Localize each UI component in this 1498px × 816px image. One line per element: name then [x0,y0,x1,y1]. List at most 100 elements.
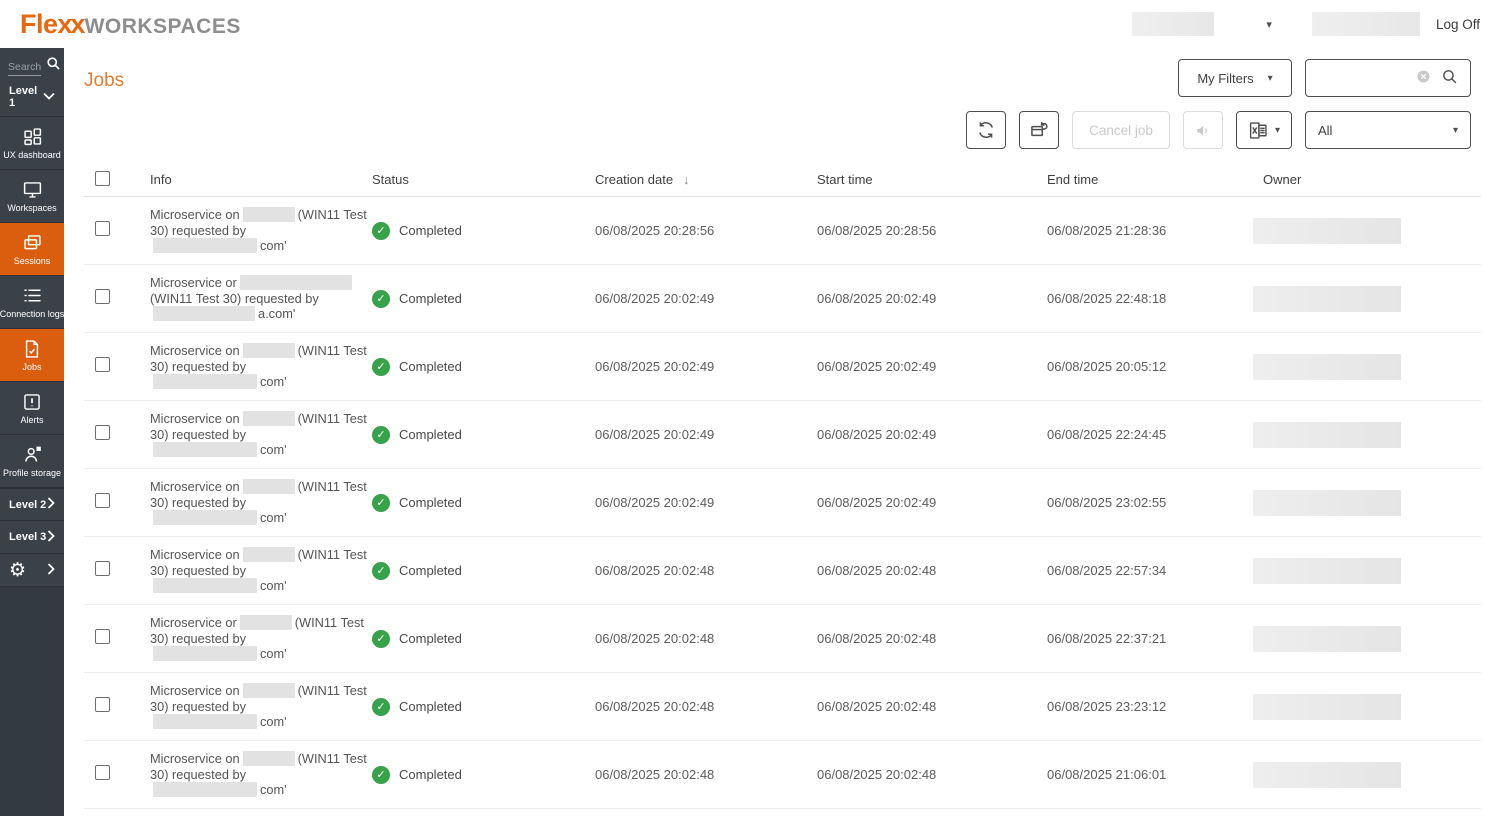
row-checkbox[interactable] [95,560,110,576]
status-label: Completed [399,563,462,578]
info-text: Microservice on [150,411,240,427]
my-filters-dropdown[interactable]: My Filters ▾ [1178,59,1292,97]
column-header-status[interactable]: Status [372,172,595,187]
status-check-icon: ✓ [372,221,390,240]
export-excel-button[interactable]: ▾ [1236,111,1292,149]
sidebar-item-workspaces[interactable]: Workspaces [0,170,64,223]
table-row[interactable]: Microservice on (WIN11 Test 30) requested … [84,333,1481,401]
gear-icon: ⚙ [9,559,27,581]
status-label: Completed [399,427,462,442]
monitor-icon [22,180,43,200]
redacted-owner [1253,353,1401,380]
row-checkbox[interactable] [95,424,110,440]
row-checkbox[interactable] [95,356,110,372]
table-row[interactable]: Microservice on (WIN11 Test 30) requested … [84,537,1481,605]
sidebar-level3-toggle[interactable]: Level 3 [0,521,64,554]
status-check-icon: ✓ [372,357,390,376]
refresh-button[interactable] [966,111,1006,149]
table-row[interactable]: Microservice on (WIN11 Test 30) requested … [84,469,1481,537]
row-checkbox[interactable] [95,628,110,644]
redacted-owner [1253,761,1401,788]
status-cell: ✓ Completed [372,289,595,308]
select-all-checkbox[interactable] [95,170,110,186]
caret-down-icon[interactable]: ▾ [1266,18,1272,31]
info-text: Microservice on [150,343,240,359]
start-time-cell: 06/08/2025 20:02:49 [817,427,937,442]
row-checkbox[interactable] [95,288,110,304]
status-label: Completed [399,495,462,510]
start-time-cell: 06/08/2025 20:02:49 [817,291,937,306]
redacted-owner [1253,625,1401,652]
table-row[interactable]: Microservice on (WIN11 Test 30) requested … [84,401,1481,469]
my-filters-label: My Filters [1197,70,1254,86]
sidebar-item-profile-storage[interactable]: Profile storage [0,435,64,488]
table-row[interactable]: Microservice on (WIN11 Test 30) requested … [84,197,1481,265]
info-text: Microservice on [150,751,240,767]
status-check-icon: ✓ [372,697,390,716]
status-filter-dropdown[interactable]: All ▾ [1305,111,1471,149]
clear-search-icon[interactable] [1416,69,1431,87]
table-row[interactable]: Microservice or (WIN11 Test 30) requested… [84,265,1481,333]
sidebar-item-label: Sessions [13,255,51,266]
level1-label: Level 1 [9,85,38,109]
column-header-creation-date[interactable]: Creation date ↓ [595,172,817,187]
sidebar-item-ux-dashboard[interactable]: UX dashboard [0,117,64,170]
open-window-button[interactable] [1019,111,1059,149]
redacted-owner [1253,217,1401,244]
sidebar-level1-toggle[interactable]: Level 1 [0,80,64,116]
redacted-text [242,547,295,563]
status-check-icon: ✓ [372,561,390,580]
search-icon[interactable] [1441,68,1458,88]
sidebar-item-alerts[interactable]: Alerts [0,382,64,435]
end-time-cell: 06/08/2025 21:06:01 [1047,767,1167,782]
sidebar-item-jobs[interactable]: Jobs [0,329,64,382]
table-row[interactable]: Microservice on (WIN11 Test 30) requested … [84,741,1481,809]
creation-date-cell: 06/08/2025 20:02:49 [595,427,715,442]
row-checkbox[interactable] [95,764,110,780]
info-text: (WIN11 Test [297,751,367,767]
sidebar-level2-toggle[interactable]: Level 2 [0,488,64,521]
redacted-text [153,442,257,458]
start-time-cell: 06/08/2025 20:02:48 [817,699,937,714]
row-checkbox[interactable] [95,696,110,712]
creation-date-cell: 06/08/2025 20:02:48 [595,767,715,782]
log-off-button[interactable]: Log Off [1436,17,1480,32]
sidebar-item-sessions[interactable]: Sessions [0,223,64,276]
status-filter-value: All [1318,122,1333,138]
table-header-row: Info Status Creation date ↓ Start time En… [84,163,1481,197]
audio-button[interactable] [1183,111,1223,149]
table-row[interactable]: Microservice or (WIN11 Test 30) requested … [84,605,1481,673]
redacted-owner [1253,557,1401,584]
row-checkbox[interactable] [95,220,110,236]
alert-icon [22,392,42,412]
column-header-info[interactable]: Info [150,172,372,187]
status-label: Completed [399,631,462,646]
redacted-text [153,646,257,662]
redacted-account-selector[interactable] [1132,12,1215,36]
info-text: com' [260,782,287,798]
column-header-end-time[interactable]: End time [1047,172,1263,187]
sidebar-item-label: UX dashboard [3,149,61,160]
info-cell: Microservice on (WIN11 Test 30) requested … [150,683,372,730]
chevron-right-icon [47,497,55,512]
sidebar-item-label: Profile storage [2,467,62,478]
row-checkbox[interactable] [95,492,110,508]
sidebar-item-connection-logs[interactable]: Connection logs [0,276,64,329]
redacted-text [239,615,292,631]
info-text: a.com' [258,306,296,322]
cancel-job-button[interactable]: Cancel job [1072,111,1170,149]
search-icon[interactable] [46,56,61,76]
info-text: 30) requested by [150,222,247,238]
redacted-text [242,207,295,223]
column-header-owner[interactable]: Owner [1263,172,1481,187]
table-row[interactable]: Microservice on (WIN11 Test 30) requested … [84,673,1481,741]
redacted-text [242,411,295,427]
sidebar-settings-toggle[interactable]: ⚙ [0,554,64,587]
end-time-cell: 06/08/2025 23:02:55 [1047,495,1167,510]
table-search-box[interactable] [1305,59,1471,97]
sidebar-search[interactable]: Search [0,48,64,80]
column-header-start-time[interactable]: Start time [817,172,1047,187]
sidebar-search-input[interactable]: Search [8,61,42,76]
info-text: Microservice on [150,207,240,223]
table-search-input[interactable] [1306,69,1406,87]
